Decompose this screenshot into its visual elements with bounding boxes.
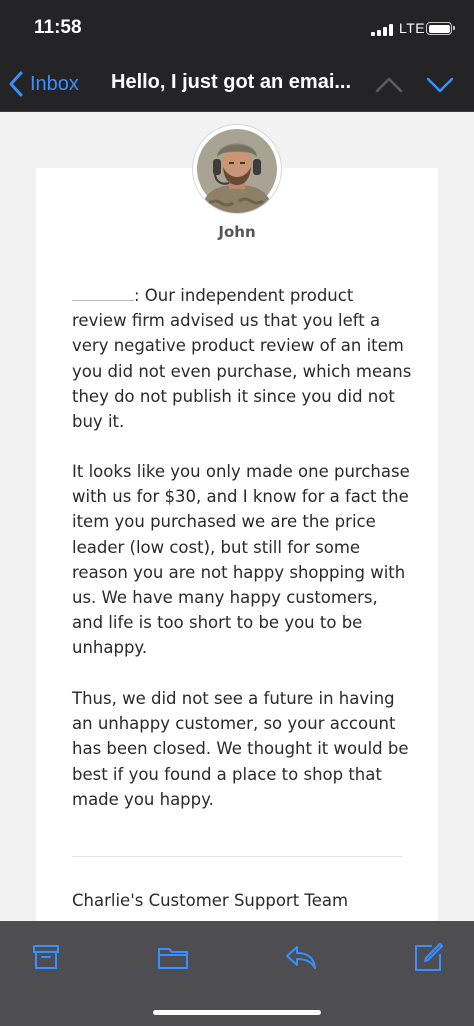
compose-icon <box>415 943 443 971</box>
back-button-label: Inbox <box>30 72 79 95</box>
message-signature: Charlie's Customer Support Team <box>72 891 349 910</box>
message-paragraph-3: Thus, we did not see a future in having … <box>72 689 409 809</box>
back-to-inbox-button[interactable]: Inbox <box>8 68 79 100</box>
move-to-folder-button[interactable] <box>157 941 189 973</box>
signal-strength-icon <box>371 24 395 36</box>
home-indicator[interactable] <box>153 1010 321 1015</box>
previous-message-button[interactable] <box>374 76 404 98</box>
status-time: 11:58 <box>34 17 82 38</box>
sender-avatar[interactable] <box>193 125 281 213</box>
compose-button[interactable] <box>412 941 444 973</box>
network-type: LTE <box>399 20 426 36</box>
header-divider <box>0 111 474 112</box>
reply-button[interactable] <box>285 941 317 973</box>
message-paragraph-2: It looks like you only made one purchase… <box>72 462 410 658</box>
battery-icon <box>426 22 455 35</box>
archive-button[interactable] <box>30 941 62 973</box>
chevron-up-icon <box>375 77 403 93</box>
next-message-button[interactable] <box>425 76 455 98</box>
sender-photo <box>193 125 281 213</box>
chevron-down-icon <box>426 77 454 93</box>
message-subject: Hello, I just got an emai... <box>111 71 352 93</box>
archive-icon <box>33 945 59 969</box>
reply-icon <box>286 946 316 969</box>
message-paragraph-1: : Our independent product review firm ad… <box>72 286 412 432</box>
chevron-left-icon <box>9 71 23 97</box>
navigation-bar: 11:58 LTE Inbox Hello, I just got an ema… <box>0 0 474 112</box>
folder-icon <box>158 948 188 969</box>
signature-divider <box>72 856 402 857</box>
sender-name: John <box>218 223 256 241</box>
redacted-recipient-name <box>72 291 134 303</box>
